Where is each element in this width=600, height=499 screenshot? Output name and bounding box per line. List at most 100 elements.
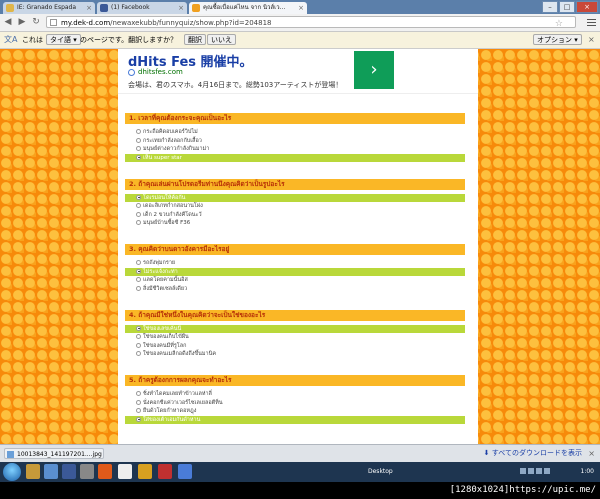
answer-label: ยืนด้วโดยกำหาดอหฎุง bbox=[143, 408, 197, 414]
minimize-button[interactable]: – bbox=[542, 1, 558, 13]
answer-option[interactable]: แลดโดยคามนั้นอิส bbox=[125, 276, 465, 285]
radio-button[interactable] bbox=[136, 203, 141, 208]
ad-go-arrow-icon[interactable]: › bbox=[354, 51, 394, 89]
radio-button[interactable] bbox=[136, 399, 141, 405]
answer-option[interactable]: เดอะลิเกทกำกสอนานโผ่ง bbox=[125, 202, 465, 211]
answer-option[interactable]: กระเทยกำลังลอกกับเสื้อว bbox=[125, 137, 465, 146]
translate-message: のページです。翻訳しますか？ bbox=[80, 36, 178, 44]
app-icon[interactable] bbox=[118, 464, 132, 479]
answer-option[interactable]: ยืนด้วโดยกำหาดอหฎุง bbox=[125, 407, 465, 416]
answer-option[interactable]: ใช่ของคนเก็บไข้ผืน bbox=[125, 333, 465, 342]
tab-label: คุณซื้อเบื่อแค่ไหน จาก นิวส์เว... bbox=[203, 4, 286, 11]
bookmark-star-icon[interactable]: ☆ bbox=[555, 18, 563, 30]
app-icon[interactable] bbox=[80, 464, 94, 479]
tray-icon[interactable] bbox=[544, 468, 550, 474]
answer-option[interactable]: นั่งคอกชีแค่วาเวอร์ไซเลเยลอตีท็น bbox=[125, 399, 465, 408]
language-select[interactable]: タイ語 ▾ bbox=[46, 34, 81, 45]
close-download-bar-icon[interactable]: × bbox=[588, 445, 595, 462]
radio-button[interactable] bbox=[136, 129, 141, 134]
address-bar[interactable]: my.dek-d.com/newaxekubb/funnyquiz/show.p… bbox=[46, 16, 576, 30]
forward-icon[interactable]: ▶ bbox=[16, 17, 28, 28]
app-icon[interactable] bbox=[178, 464, 192, 479]
desktop-toolbar-label[interactable]: Desktop bbox=[368, 462, 393, 482]
answer-label: กระเทยกำลังลอกกับเสื้อว bbox=[143, 137, 202, 144]
radio-button[interactable] bbox=[136, 342, 141, 348]
back-icon[interactable]: ◀ bbox=[2, 17, 14, 28]
close-translate-icon[interactable]: × bbox=[588, 32, 595, 48]
radio-button[interactable] bbox=[136, 391, 141, 396]
close-window-button[interactable]: × bbox=[576, 1, 598, 13]
tab-quiz[interactable]: คุณซื้อเบื่อแค่ไหน จาก นิวส์เว... × bbox=[189, 2, 307, 14]
tab-close-icon[interactable]: × bbox=[86, 2, 92, 14]
radio-button[interactable] bbox=[136, 334, 141, 339]
question-title: 1. เวลาที่คุณต้องกระจะคุณเป็นอะไร bbox=[125, 113, 465, 124]
radio-button[interactable] bbox=[136, 137, 141, 143]
answer-option[interactable]: รถถังพุ่มกราย bbox=[125, 259, 465, 268]
app-icon[interactable] bbox=[62, 464, 76, 479]
url-host: my.dek-d.com bbox=[61, 19, 111, 27]
answer-options: โดเรม่อนให้ค้อกัน เดอะลิเกทกำกสอนานโผ่งเด… bbox=[125, 190, 465, 231]
download-item[interactable]: 10013843_141197201....jpg bbox=[4, 448, 104, 459]
question-block: 4. ถ้าคุณมีใช่หนึ่งในคุณคิดว่าจะเป็นใช่ข… bbox=[125, 309, 465, 376]
answer-label: ใช่ของคนเก็บไข้ผืน bbox=[143, 334, 189, 340]
tray-icon[interactable] bbox=[528, 468, 534, 474]
tab-close-icon[interactable]: × bbox=[178, 2, 184, 14]
start-button[interactable] bbox=[3, 463, 21, 481]
no-translate-button[interactable]: いいえ bbox=[207, 34, 236, 45]
answer-option[interactable]: ใส่ของเต้าเอมกันดำหาน bbox=[125, 415, 465, 424]
show-all-label: すべてのダウンロードを表示 bbox=[491, 449, 582, 457]
answer-option[interactable]: โดเรม่อนให้ค้อกัน bbox=[125, 193, 465, 202]
answer-option[interactable]: มนุษย์ต่างดาวกำลังกินมาม่า bbox=[125, 145, 465, 154]
show-all-downloads-link[interactable]: ⬇ すべてのダウンロードを表示 bbox=[484, 445, 582, 462]
advertisement[interactable]: dHits Fes 開催中。 dhitsfes.com 会場は、君のスマホ。4月… bbox=[118, 49, 478, 94]
ie-icon[interactable] bbox=[44, 464, 58, 479]
tab-label: (1) Facebook bbox=[111, 4, 150, 11]
explorer-icon[interactable] bbox=[26, 464, 40, 479]
answer-option[interactable]: ใช่ของคนเมลีกอดีงถึงขึ้นมานิค bbox=[125, 350, 465, 359]
download-filename: 10013843_141197201....jpg bbox=[17, 451, 102, 458]
answer-label: เดอะลิเกทกำกสอนานโผ่ง bbox=[143, 203, 203, 209]
tray-icon[interactable] bbox=[536, 468, 542, 474]
radio-button[interactable] bbox=[136, 351, 141, 356]
clock[interactable]: 1:00 bbox=[581, 462, 594, 482]
download-bar: 10013843_141197201....jpg ⬇ すべてのダウンロードを表… bbox=[0, 444, 600, 462]
radio-button[interactable] bbox=[136, 268, 141, 274]
radio-button[interactable] bbox=[136, 408, 141, 413]
radio-button[interactable] bbox=[136, 194, 141, 200]
app-icon[interactable] bbox=[158, 464, 172, 479]
translate-button[interactable]: 翻訳 bbox=[184, 34, 206, 45]
answer-option[interactable]: ชิ่งทำไดคมเลยทำข้าวแลห่าลี่ bbox=[125, 390, 465, 399]
answer-option[interactable]: เห็น super star bbox=[125, 153, 465, 162]
radio-button[interactable] bbox=[136, 285, 141, 291]
translate-options-button[interactable]: オプション ▾ bbox=[533, 34, 582, 45]
facebook-icon bbox=[100, 4, 108, 12]
answer-option[interactable]: เด็ก 2 ขวบกำลังคีโดนะวั bbox=[125, 211, 465, 220]
answer-option[interactable]: ใช่ของคนมีที่รูโลก bbox=[125, 342, 465, 351]
ad-domain[interactable]: dhitsfes.com bbox=[128, 68, 183, 76]
radio-button[interactable] bbox=[136, 277, 141, 282]
maximize-button[interactable]: □ bbox=[559, 1, 575, 13]
answer-label: สิ่งมีชีวิตเซลล์เดียว bbox=[143, 285, 188, 292]
answer-label: นั่งคอกชีแค่วาเวอร์ไซเลเยลอตีท็น bbox=[143, 399, 223, 406]
answer-option[interactable]: สิ่งมีชีวิตเซลล์เดียว bbox=[125, 285, 465, 294]
tab-close-icon[interactable]: × bbox=[298, 2, 304, 14]
radio-button[interactable] bbox=[136, 146, 141, 151]
answer-option[interactable]: ใช่ของเลขเค้นนี่ bbox=[125, 324, 465, 333]
tab-granado-espada[interactable]: IE: Granado Espada × bbox=[3, 2, 95, 14]
radio-button[interactable] bbox=[136, 211, 141, 217]
radio-button[interactable] bbox=[136, 220, 141, 225]
answer-option[interactable]: ไม่ระแจ้งกะท่า bbox=[125, 267, 465, 276]
answer-option[interactable]: มนุษย์บ้านซื้อซี F36 bbox=[125, 219, 465, 228]
radio-button[interactable] bbox=[136, 260, 141, 265]
radio-button[interactable] bbox=[136, 325, 141, 331]
tray-icon[interactable] bbox=[520, 468, 526, 474]
radio-button[interactable] bbox=[136, 154, 141, 160]
tab-facebook[interactable]: (1) Facebook × bbox=[97, 2, 187, 14]
reload-icon[interactable]: ↻ bbox=[30, 17, 42, 28]
answer-option[interactable]: กระถือคิดอบเคอร์วิปไม่ bbox=[125, 128, 465, 137]
firefox-icon[interactable] bbox=[98, 464, 112, 479]
answer-label: มนุษย์ต่างดาวกำลังกินมาม่า bbox=[143, 146, 210, 152]
chrome-icon[interactable] bbox=[138, 464, 152, 479]
radio-button[interactable] bbox=[136, 416, 141, 422]
menu-icon[interactable] bbox=[587, 17, 596, 26]
